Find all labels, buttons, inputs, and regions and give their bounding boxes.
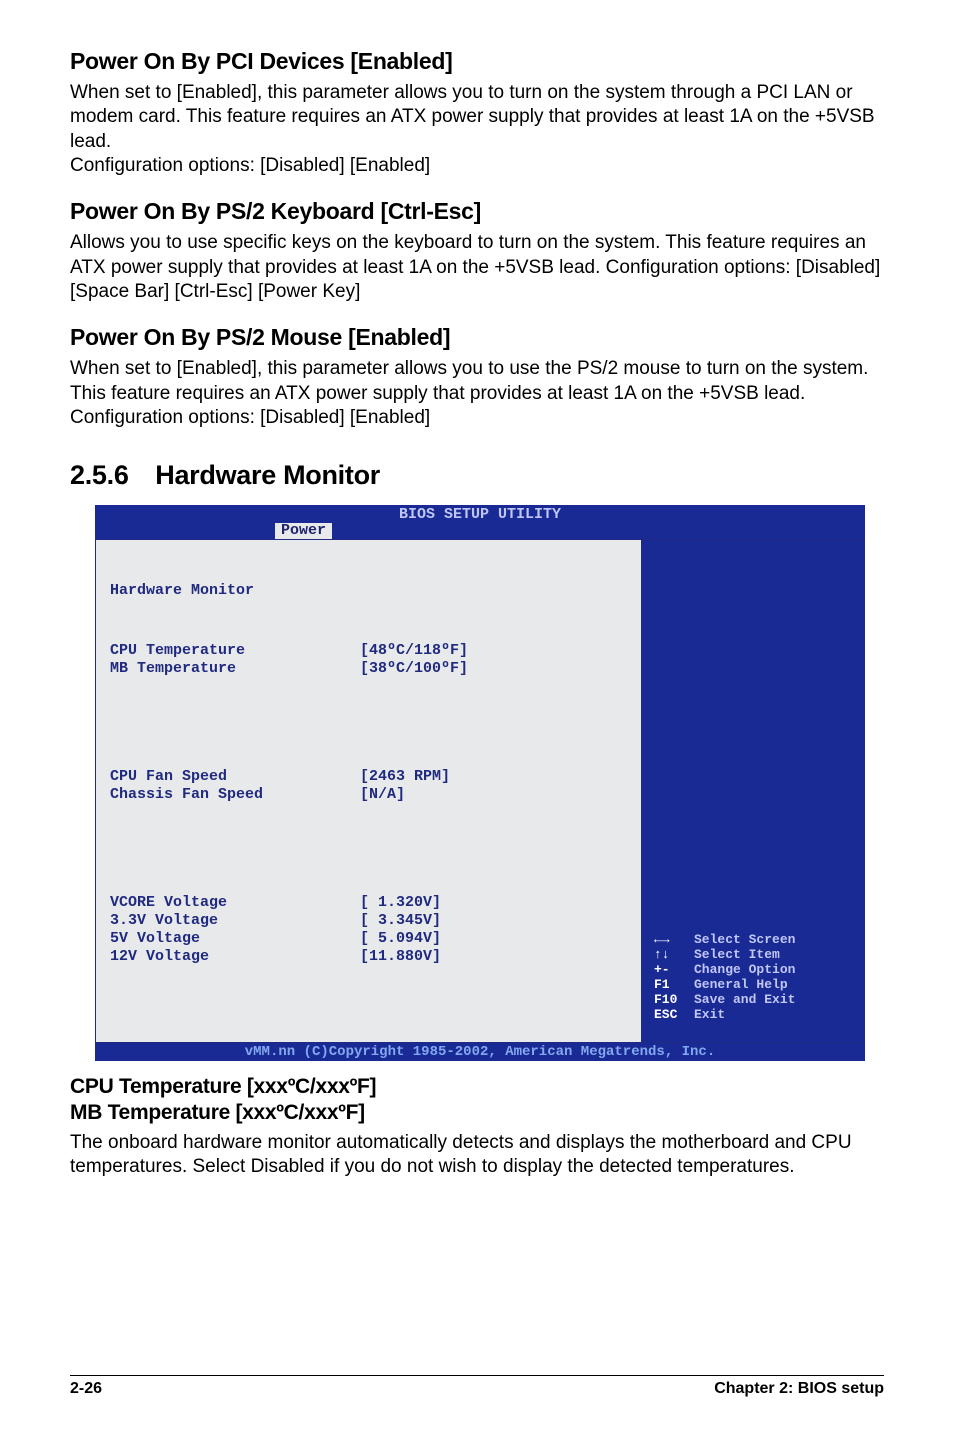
- body-temps: The onboard hardware monitor automatical…: [70, 1131, 884, 1180]
- bios-help-key: +-: [654, 962, 694, 977]
- heading-ps2-keyboard: Power On By PS/2 Keyboard [Ctrl-Esc]: [70, 198, 884, 225]
- body-ps2-mouse: When set to [Enabled], this parameter al…: [70, 357, 884, 430]
- bios-row-label: CPU Fan Speed: [110, 768, 360, 786]
- bios-row: 5V Voltage[ 5.094V]: [110, 930, 631, 948]
- bios-row-value: [48ºC/118ºF]: [360, 642, 468, 660]
- bios-row-value: [ 1.320V]: [360, 894, 441, 912]
- bios-right-pane: ←→Select Screen↑↓Select Item+-Change Opt…: [641, 539, 865, 1043]
- bios-row: CPU Fan Speed[2463 RPM]: [110, 768, 631, 786]
- bios-help-text: Change Option: [694, 962, 795, 977]
- bios-row-value: [ 5.094V]: [360, 930, 441, 948]
- heading-hardware-monitor: 2.5.6 Hardware Monitor: [70, 460, 884, 491]
- bios-help-key: ←→: [654, 932, 694, 947]
- heading-cpu-temp: CPU Temperature [xxxºC/xxxºF]: [70, 1075, 884, 1099]
- bios-help-key: ESC: [654, 1007, 694, 1022]
- bios-left-pane: Hardware Monitor CPU Temperature[48ºC/11…: [95, 539, 641, 1043]
- bios-tab-row: Power: [95, 523, 865, 539]
- heading-mb-temp: MB Temperature [xxxºC/xxxºF]: [70, 1101, 884, 1125]
- bios-row-value: [2463 RPM]: [360, 768, 450, 786]
- bios-row-value: [38ºC/100ºF]: [360, 660, 468, 678]
- chapter-label: Chapter 2: BIOS setup: [714, 1380, 884, 1398]
- page-footer: 2-26 Chapter 2: BIOS setup: [70, 1375, 884, 1398]
- bios-help-row: F1General Help: [654, 977, 795, 992]
- bios-screenshot: BIOS SETUP UTILITY Power Hardware Monito…: [95, 505, 865, 1061]
- heading-pci-devices: Power On By PCI Devices [Enabled]: [70, 48, 884, 75]
- bios-help-row: ←→Select Screen: [654, 932, 795, 947]
- bios-row: CPU Temperature[48ºC/118ºF]: [110, 642, 631, 660]
- bios-row-label: 3.3V Voltage: [110, 912, 360, 930]
- bios-help-text: Save and Exit: [694, 992, 795, 1007]
- bios-row: MB Temperature[38ºC/100ºF]: [110, 660, 631, 678]
- body-pci-devices: When set to [Enabled], this parameter al…: [70, 81, 884, 178]
- body-ps2-keyboard: Allows you to use specific keys on the k…: [70, 231, 884, 304]
- bios-help-key: ↑↓: [654, 947, 694, 962]
- bios-panel-title: Hardware Monitor: [110, 582, 631, 600]
- bios-row-label: CPU Temperature: [110, 642, 360, 660]
- bios-row-label: VCORE Voltage: [110, 894, 360, 912]
- bios-help-key: F1: [654, 977, 694, 992]
- bios-help-text: Select Screen: [694, 932, 795, 947]
- bios-help-block: ←→Select Screen↑↓Select Item+-Change Opt…: [654, 932, 795, 1022]
- bios-row: 3.3V Voltage[ 3.345V]: [110, 912, 631, 930]
- bios-row-label: 5V Voltage: [110, 930, 360, 948]
- bios-row-label: Chassis Fan Speed: [110, 786, 360, 804]
- bios-row-label: MB Temperature: [110, 660, 360, 678]
- bios-row-value: [ 3.345V]: [360, 912, 441, 930]
- bios-help-text: General Help: [694, 977, 788, 992]
- bios-help-text: Select Item: [694, 947, 780, 962]
- bios-row: Chassis Fan Speed[N/A]: [110, 786, 631, 804]
- bios-row-value: [N/A]: [360, 786, 405, 804]
- bios-title: BIOS SETUP UTILITY: [95, 505, 865, 523]
- bios-help-row: ↑↓Select Item: [654, 947, 795, 962]
- bios-row-value: [11.880V]: [360, 948, 441, 966]
- bios-footer: vMM.nn (C)Copyright 1985-2002, American …: [95, 1043, 865, 1061]
- bios-row: VCORE Voltage[ 1.320V]: [110, 894, 631, 912]
- bios-help-row: F10Save and Exit: [654, 992, 795, 1007]
- page-number: 2-26: [70, 1380, 102, 1398]
- bios-tab-power: Power: [275, 523, 332, 539]
- bios-row: 12V Voltage[11.880V]: [110, 948, 631, 966]
- bios-row-label: 12V Voltage: [110, 948, 360, 966]
- heading-ps2-mouse: Power On By PS/2 Mouse [Enabled]: [70, 324, 884, 351]
- bios-help-row: ESCExit: [654, 1007, 795, 1022]
- bios-help-key: F10: [654, 992, 694, 1007]
- bios-help-text: Exit: [694, 1007, 725, 1022]
- bios-help-row: +-Change Option: [654, 962, 795, 977]
